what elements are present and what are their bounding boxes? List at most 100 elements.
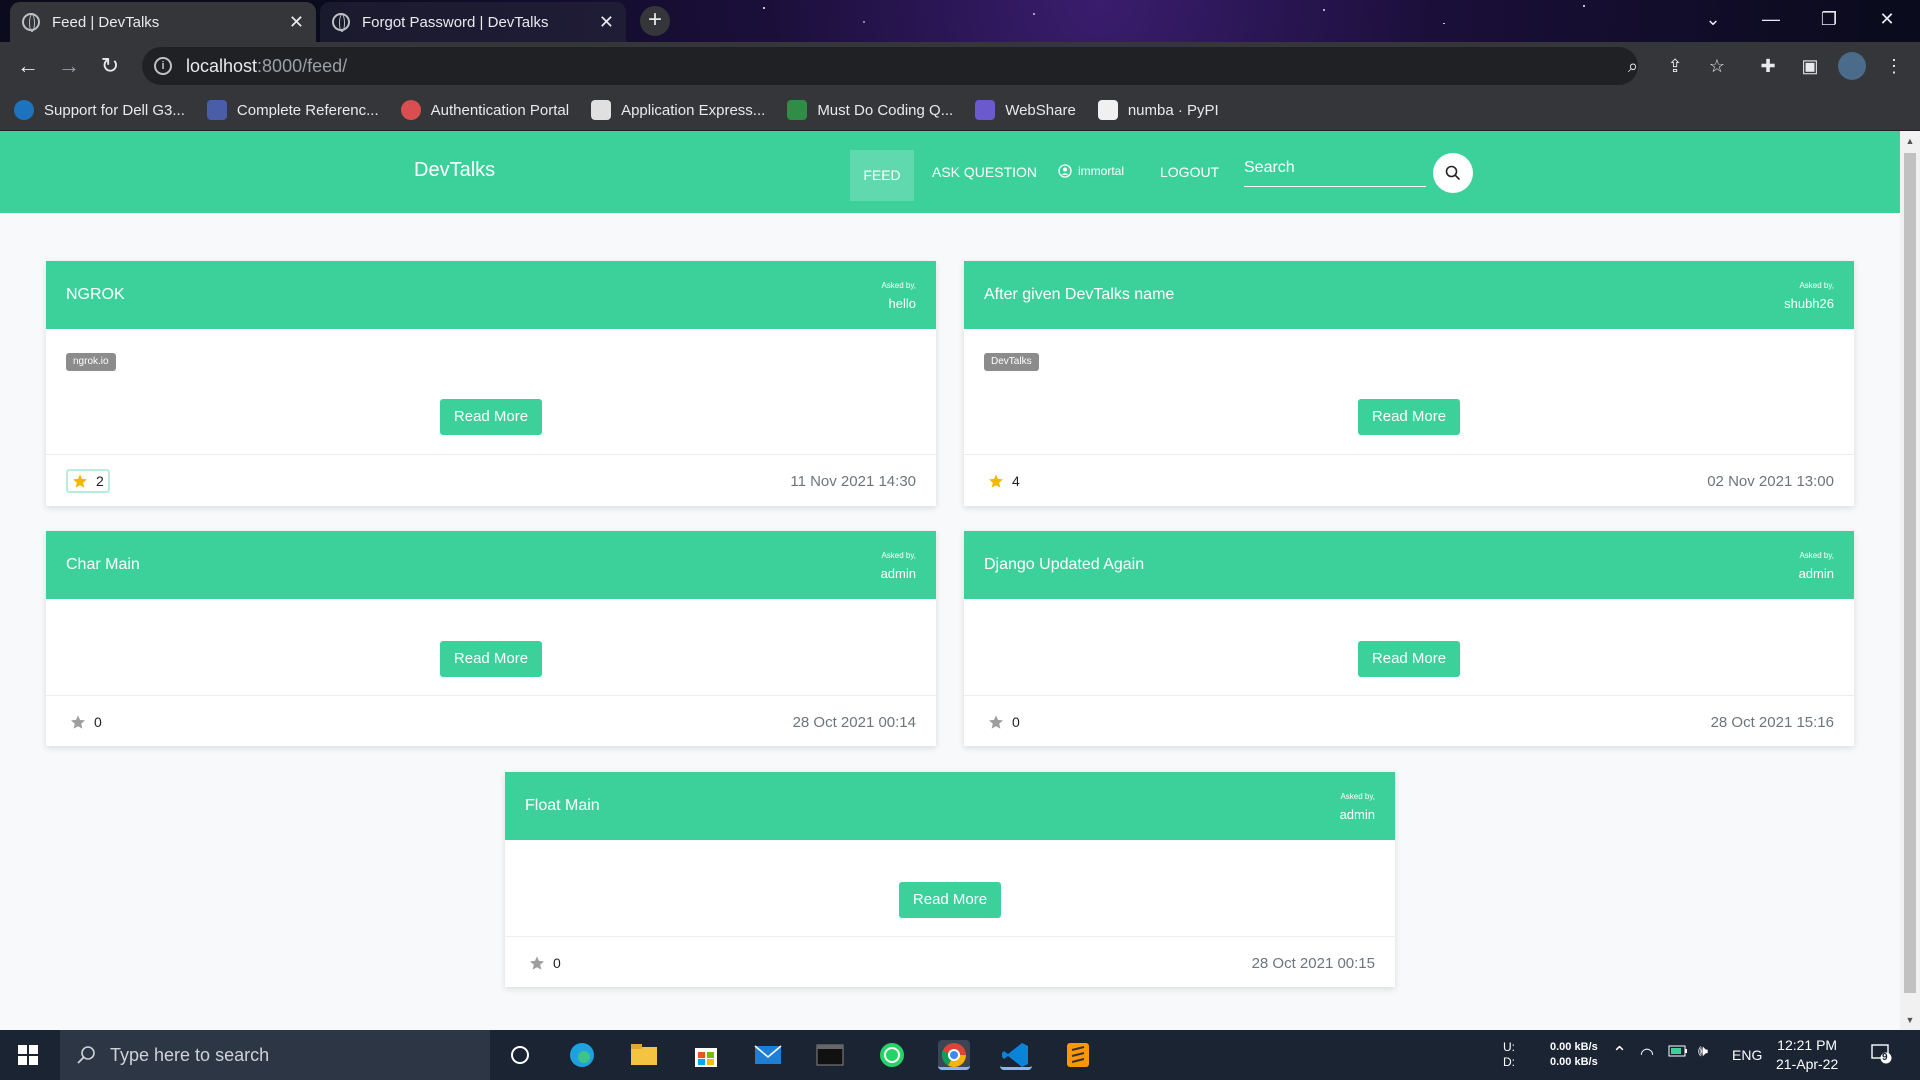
site-brand[interactable]: DevTalks: [414, 159, 495, 182]
star-button[interactable]: 0: [525, 951, 565, 975]
battery-icon[interactable]: [1668, 1044, 1688, 1061]
post-tag[interactable]: DevTalks: [984, 353, 1039, 371]
star-button[interactable]: 4: [984, 469, 1024, 493]
tab-feed[interactable]: Feed | DevTalks ✕: [10, 2, 316, 42]
store-icon[interactable]: [690, 1040, 722, 1070]
bookmark-label: Application Express...: [621, 101, 766, 119]
nav-ask-question[interactable]: ASK QUESTION: [932, 164, 1037, 180]
new-tab-button[interactable]: +: [640, 6, 670, 36]
read-more-button[interactable]: Read More: [1358, 399, 1460, 435]
volume-icon[interactable]: 🕪: [1698, 1043, 1708, 1061]
asked-by-label: Asked by,: [881, 551, 916, 560]
tab-search-icon[interactable]: ⌄: [1684, 0, 1742, 40]
mail-icon[interactable]: [752, 1040, 784, 1070]
bookmark-item[interactable]: Must Do Coding Q...: [787, 100, 953, 120]
edge-icon[interactable]: [566, 1040, 598, 1070]
zoom-icon[interactable]: ⌕: [1619, 52, 1647, 80]
search-button[interactable]: [1433, 153, 1473, 193]
read-more-button[interactable]: Read More: [899, 882, 1001, 918]
post-card: NGROK Asked by, hello ngrok.io Read More…: [46, 261, 936, 506]
read-more-button[interactable]: Read More: [440, 641, 542, 677]
bookmark-item[interactable]: Authentication Portal: [400, 100, 569, 120]
scroll-up-icon[interactable]: ▲: [1904, 135, 1916, 147]
tab-title: Feed | DevTalks: [52, 13, 160, 31]
notification-center[interactable]: 9: [1870, 1042, 1892, 1067]
dell-icon: [14, 100, 34, 120]
star-button[interactable]: 0: [984, 710, 1024, 734]
post-title[interactable]: Float Main: [525, 797, 600, 815]
post-tag[interactable]: ngrok.io: [66, 353, 116, 371]
sublime-text-icon[interactable]: [1062, 1040, 1094, 1070]
post-title[interactable]: Char Main: [66, 556, 140, 574]
wifi-icon[interactable]: ◠: [1640, 1044, 1654, 1064]
bookmark-item[interactable]: Application Express...: [591, 100, 765, 120]
taskbar-search-placeholder: Type here to search: [110, 1044, 270, 1065]
webshare-icon: [975, 100, 996, 120]
scrollbar-thumb[interactable]: [1904, 153, 1916, 993]
back-icon[interactable]: ←: [12, 50, 44, 82]
net-up-label: U:: [1503, 1040, 1515, 1054]
terminal-icon[interactable]: [814, 1040, 846, 1070]
side-panel-icon[interactable]: ▣: [1796, 52, 1824, 80]
nav-user[interactable]: immortal: [1058, 164, 1124, 178]
bookmark-item[interactable]: numba · PyPI: [1097, 100, 1219, 120]
taskbar-search[interactable]: Type here to search: [60, 1030, 490, 1080]
close-window-button[interactable]: ✕: [1858, 0, 1916, 40]
forward-icon[interactable]: →: [53, 50, 85, 82]
share-icon[interactable]: ⇪: [1661, 52, 1689, 80]
star-icon: [73, 474, 87, 488]
chevron-up-icon[interactable]: ⌃: [1612, 1043, 1627, 1064]
search-input[interactable]: [1244, 149, 1426, 187]
scroll-down-icon[interactable]: ▼: [1904, 1014, 1916, 1026]
post-title[interactable]: NGROK: [66, 286, 125, 304]
bookmark-item[interactable]: Support for Dell G3...: [14, 100, 185, 120]
notification-icon: [1871, 1044, 1892, 1064]
post-title[interactable]: After given DevTalks name: [984, 286, 1174, 304]
extensions-icon[interactable]: ✚: [1754, 52, 1782, 80]
address-bar[interactable]: i localhost:8000/feed/: [142, 47, 1638, 85]
clock[interactable]: 12:21 PM 21-Apr-22: [1776, 1036, 1838, 1074]
nav-feed[interactable]: FEED: [850, 150, 914, 201]
page-scrollbar[interactable]: ▲ ▼: [1900, 131, 1920, 1030]
vscode-icon[interactable]: [1000, 1040, 1032, 1070]
bookmark-item[interactable]: Complete Referenc...: [206, 100, 379, 120]
close-tab-icon[interactable]: ✕: [289, 12, 304, 33]
bookmark-star-icon[interactable]: ☆: [1703, 52, 1731, 80]
chrome-icon[interactable]: [938, 1040, 970, 1070]
user-icon: [1058, 164, 1072, 178]
tab-forgot-password[interactable]: Forgot Password | DevTalks ✕: [320, 2, 626, 42]
read-more-button[interactable]: Read More: [440, 399, 542, 435]
whatsapp-icon[interactable]: [876, 1040, 908, 1070]
post-title[interactable]: Django Updated Again: [984, 556, 1144, 574]
info-icon[interactable]: i: [154, 57, 172, 75]
language-indicator[interactable]: ENG: [1732, 1047, 1762, 1063]
apex-icon: [591, 100, 612, 120]
post-author: admin: [880, 566, 916, 581]
windows-start-icon[interactable]: [18, 1045, 38, 1065]
star-count: 4: [1012, 473, 1020, 489]
nav-logout[interactable]: LOGOUT: [1160, 164, 1219, 180]
star-count: 0: [94, 714, 102, 730]
bookmark-item[interactable]: WebShare: [975, 100, 1076, 120]
star-button[interactable]: 0: [66, 710, 106, 734]
close-tab-icon[interactable]: ✕: [599, 12, 614, 33]
tab-title: Forgot Password | DevTalks: [362, 13, 549, 31]
restore-button[interactable]: ❐: [1800, 0, 1858, 40]
post-card: After given DevTalks name Asked by, shub…: [964, 261, 1854, 506]
minimize-button[interactable]: —: [1742, 0, 1800, 40]
profile-avatar[interactable]: [1838, 52, 1866, 80]
url-text[interactable]: localhost:8000/feed/: [186, 56, 347, 77]
bookmark-label: Support for Dell G3...: [44, 101, 185, 119]
menu-icon[interactable]: ⋮: [1880, 52, 1908, 80]
star-button[interactable]: 2: [66, 469, 110, 493]
url-host: localhost: [186, 55, 258, 76]
file-explorer-icon[interactable]: [628, 1040, 660, 1070]
post-header: Django Updated Again Asked by, admin: [964, 531, 1854, 599]
globe-icon: [22, 13, 40, 32]
cortana-icon[interactable]: [504, 1040, 536, 1070]
net-down-speed: 0.00 kB/s: [1550, 1056, 1598, 1068]
auth-portal-icon: [400, 100, 421, 120]
reload-icon[interactable]: ↻: [94, 50, 126, 82]
read-more-button[interactable]: Read More: [1358, 641, 1460, 677]
star-icon: [989, 474, 1003, 488]
